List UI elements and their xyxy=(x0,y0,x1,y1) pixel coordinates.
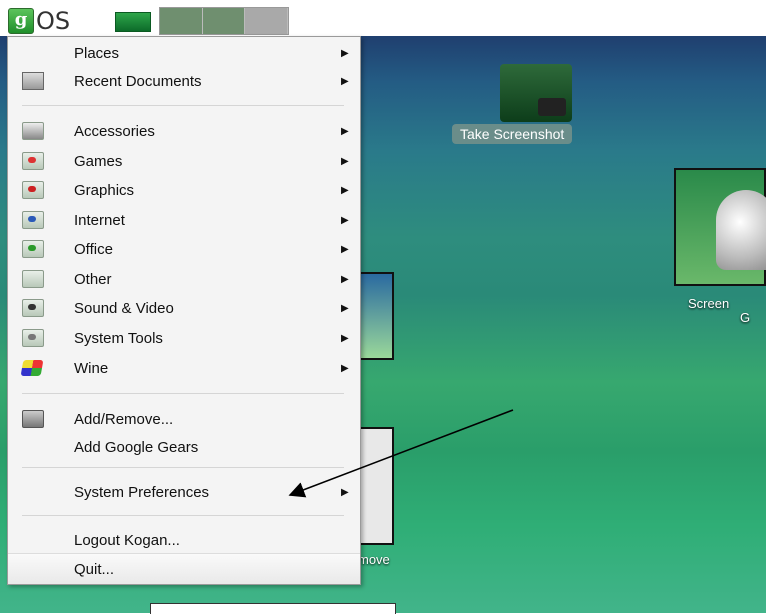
submenu-arrow-icon: ▶ xyxy=(341,75,349,87)
submenu-arrow-icon: ▶ xyxy=(341,155,349,167)
submenu-arrow-icon: ▶ xyxy=(341,302,349,314)
menu-item-label: Internet xyxy=(74,211,125,229)
menu-item-logout[interactable]: Logout Kogan... xyxy=(8,526,360,554)
menu-item-sound-video[interactable]: Sound & Video ▶ xyxy=(8,294,360,322)
menu-item-internet[interactable]: Internet ▶ xyxy=(8,206,360,234)
menu-item-label: Graphics xyxy=(74,181,135,199)
menu-item-wine[interactable]: Wine ▶ xyxy=(8,354,360,382)
menu-item-add-google-gears[interactable]: Add Google Gears xyxy=(8,433,360,461)
sound-video-icon xyxy=(22,299,44,317)
menu-item-accessories[interactable]: Accessories ▶ xyxy=(8,117,360,145)
accessories-icon xyxy=(22,122,44,140)
internet-icon xyxy=(22,211,44,229)
menu-separator xyxy=(22,393,344,394)
recent-documents-icon xyxy=(22,72,44,90)
gos-logo-icon: g xyxy=(8,8,34,34)
menu-item-label: Add Google Gears xyxy=(74,438,199,456)
menu-item-label: Wine xyxy=(74,359,109,377)
submenu-arrow-icon: ▶ xyxy=(341,184,349,196)
menu-item-graphics[interactable]: Graphics ▶ xyxy=(8,176,360,204)
folder-icon xyxy=(22,270,44,288)
menu-item-label: Logout Kogan... xyxy=(74,531,180,549)
menu-separator xyxy=(22,467,344,468)
menu-item-label: Accessories xyxy=(74,122,155,140)
top-panel: g OS xyxy=(0,0,766,36)
add-remove-icon xyxy=(22,410,44,428)
taskbar-window[interactable] xyxy=(150,603,396,614)
gos-menu-button[interactable]: g OS xyxy=(8,7,108,35)
desktop-thumbnail-3-label[interactable]: move xyxy=(358,552,390,567)
menu-item-label: Sound & Video xyxy=(74,299,174,317)
workspace-3[interactable] xyxy=(245,8,289,34)
menu-item-recent-documents[interactable]: Recent Documents ▶ xyxy=(8,67,360,95)
submenu-arrow-icon: ▶ xyxy=(341,362,349,374)
menu-item-label: Office xyxy=(74,240,113,258)
menu-item-system-tools[interactable]: System Tools ▶ xyxy=(8,324,360,352)
menu-item-other[interactable]: Other ▶ xyxy=(8,265,360,293)
menu-item-label: Places xyxy=(74,44,120,62)
show-desktop-button[interactable] xyxy=(115,12,151,32)
submenu-arrow-icon: ▶ xyxy=(341,47,349,59)
applications-menu: Places ▶ Recent Documents ▶ Accessories … xyxy=(7,36,361,585)
menu-item-quit[interactable]: Quit... xyxy=(8,553,360,584)
menu-item-label: Add/Remove... xyxy=(74,410,174,428)
menu-separator xyxy=(22,515,344,516)
submenu-arrow-icon: ▶ xyxy=(341,214,349,226)
screenshot-thumbnail[interactable] xyxy=(674,168,766,286)
workspace-switcher[interactable] xyxy=(159,7,289,35)
screenshot-thumbnail-label-2[interactable]: G xyxy=(740,310,750,325)
submenu-arrow-icon: ▶ xyxy=(341,332,349,344)
camera-icon[interactable] xyxy=(500,64,572,122)
menu-item-places[interactable]: Places ▶ xyxy=(8,39,360,67)
menu-item-office[interactable]: Office ▶ xyxy=(8,235,360,263)
menu-item-label: Games xyxy=(74,152,123,170)
submenu-arrow-icon: ▶ xyxy=(341,273,349,285)
submenu-arrow-icon: ▶ xyxy=(341,486,349,498)
menu-item-label: System Preferences xyxy=(74,483,210,501)
system-tools-icon xyxy=(22,329,44,347)
workspace-2[interactable] xyxy=(202,8,246,34)
menu-item-label: Quit... xyxy=(74,560,115,578)
graphics-icon xyxy=(22,181,44,199)
office-icon xyxy=(22,240,44,258)
games-icon xyxy=(22,152,44,170)
screenshot-thumbnail-label[interactable]: Screen xyxy=(688,296,729,311)
menu-item-label: Recent Documents xyxy=(74,72,202,90)
menu-item-label: Other xyxy=(74,270,112,288)
workspace-1[interactable] xyxy=(160,8,203,34)
menu-item-system-preferences[interactable]: System Preferences ▶ xyxy=(8,478,360,506)
submenu-arrow-icon: ▶ xyxy=(341,125,349,137)
menu-item-games[interactable]: Games ▶ xyxy=(8,147,360,175)
wine-icon xyxy=(20,360,44,376)
menu-item-label: System Tools xyxy=(74,329,163,347)
menu-item-add-remove[interactable]: Add/Remove... xyxy=(8,405,360,433)
gos-logo-text: OS xyxy=(36,7,71,35)
submenu-arrow-icon: ▶ xyxy=(341,243,349,255)
take-screenshot-label[interactable]: Take Screenshot xyxy=(452,124,573,144)
menu-separator xyxy=(22,105,344,106)
